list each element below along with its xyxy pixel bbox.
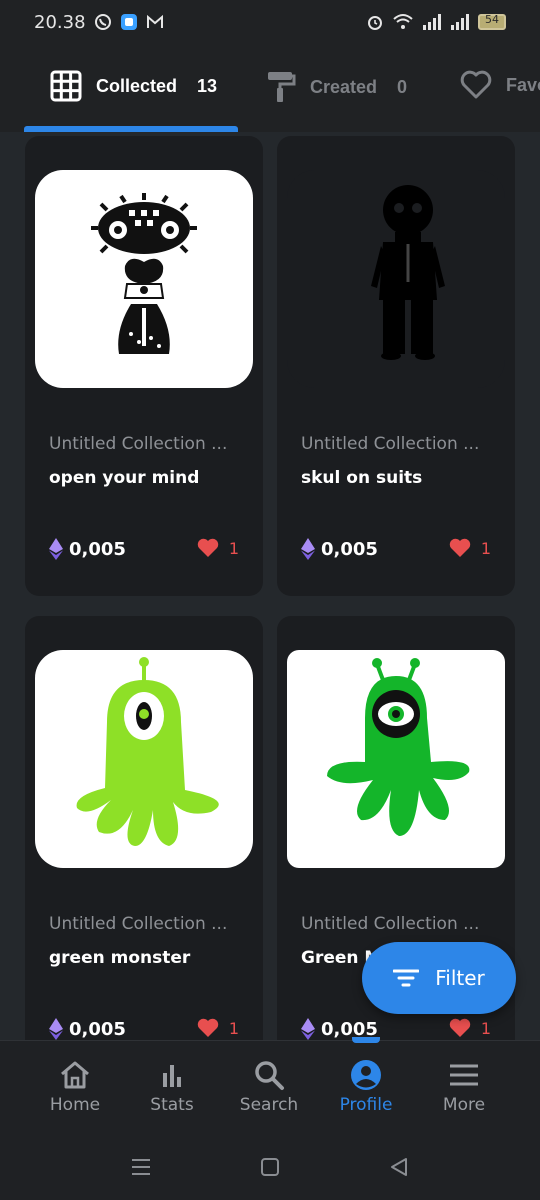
status-time: 20.38 (34, 12, 86, 33)
recent-apps-icon[interactable] (130, 1156, 152, 1178)
alarm-icon (368, 16, 382, 30)
nav-home-label: Home (49, 1095, 101, 1115)
tab-favorites-label: Favo (506, 74, 540, 95)
collection-name: Untitled Collection ... (49, 434, 228, 454)
nav-stats[interactable]: Stats (124, 1059, 220, 1115)
nft-grid: Untitled Collection ... open your mind 0… (0, 132, 540, 1040)
nav-search[interactable]: Search (221, 1059, 317, 1115)
tab-collected[interactable]: Collected 13 (50, 70, 217, 102)
like-count[interactable]: 1 (197, 1018, 239, 1038)
price-value: 0,005 (321, 538, 378, 560)
price-value: 0,005 (69, 1018, 126, 1040)
paint-roller-icon (268, 72, 296, 102)
nav-home[interactable]: Home (27, 1059, 123, 1115)
bottom-navigation: Home Stats Search Profile More (0, 1037, 540, 1137)
whatsapp-icon (95, 14, 111, 30)
nav-stats-label: Stats (150, 1095, 194, 1115)
heart-filled-icon (449, 538, 471, 557)
nav-profile[interactable]: Profile (318, 1059, 414, 1115)
collection-name: Untitled Collection ... (301, 434, 480, 454)
wifi-icon (393, 14, 413, 29)
like-count[interactable]: 1 (197, 538, 239, 558)
heart-filled-icon (449, 1018, 471, 1037)
nft-image (35, 170, 253, 388)
nft-title: skul on suits (301, 468, 423, 488)
likes-value: 1 (228, 1018, 239, 1038)
likes-value: 1 (228, 538, 239, 558)
nft-image (287, 650, 505, 868)
collection-name: Untitled Collection ... (301, 914, 480, 934)
gmail-icon (147, 14, 163, 28)
app-notification-icon (121, 14, 137, 30)
stats-icon (163, 1065, 181, 1087)
collection-name: Untitled Collection ... (49, 914, 228, 934)
price-value: 0,005 (69, 538, 126, 560)
filter-label: Filter (435, 966, 485, 990)
active-nav-indicator (352, 1037, 380, 1043)
heart-icon (460, 70, 492, 99)
tab-created[interactable]: Created 0 (266, 70, 407, 104)
nft-image (35, 650, 253, 868)
home-button-icon[interactable] (259, 1156, 281, 1178)
battery-icon: 54 (478, 13, 506, 30)
nft-card[interactable]: Untitled Collection ... skul on suits 0,… (277, 136, 515, 596)
nav-more-label: More (442, 1095, 486, 1115)
profile-icon (351, 1060, 381, 1090)
battery-level: 54 (485, 13, 499, 26)
filter-button[interactable]: Filter (362, 942, 516, 1014)
ethereum-icon (49, 1018, 63, 1040)
ethereum-icon (301, 538, 315, 560)
filter-icon (393, 969, 420, 987)
signal-icon-2 (451, 14, 469, 30)
nft-title: open your mind (49, 468, 200, 488)
ethereum-icon (301, 1018, 315, 1040)
tab-collected-label: Collected (96, 75, 178, 96)
nft-card[interactable]: Untitled Collection ... open your mind 0… (25, 136, 263, 596)
like-count[interactable]: 1 (449, 1018, 491, 1038)
likes-value: 1 (480, 538, 491, 558)
system-navigation-bar (0, 1136, 540, 1200)
nft-price: 0,005 (49, 1018, 126, 1040)
grid-icon (50, 70, 82, 102)
tab-favorites[interactable]: Favo (460, 70, 540, 100)
search-icon (255, 1061, 284, 1090)
like-count[interactable]: 1 (449, 538, 491, 558)
home-icon (61, 1061, 89, 1089)
tab-created-count: 0 (397, 76, 408, 97)
nft-title: green monster (49, 948, 191, 968)
likes-value: 1 (480, 1018, 491, 1038)
nav-search-label: Search (239, 1095, 299, 1115)
nav-more[interactable]: More (416, 1059, 512, 1115)
heart-filled-icon (197, 1018, 219, 1037)
signal-icon (423, 14, 441, 30)
nft-price: 0,005 (301, 538, 378, 560)
menu-icon (450, 1064, 478, 1086)
back-icon[interactable] (388, 1156, 410, 1178)
nav-profile-label: Profile (339, 1095, 393, 1115)
status-bar: 20.38 54 (0, 0, 540, 48)
nft-card[interactable]: Untitled Collection ... green monster 0,… (25, 616, 263, 1040)
ethereum-icon (49, 538, 63, 560)
profile-tabs: Collected 13 Created 0 Favo (0, 48, 540, 132)
tab-created-label: Created (310, 76, 378, 97)
heart-filled-icon (197, 538, 219, 557)
nft-image (287, 170, 505, 388)
tab-collected-count: 13 (197, 75, 218, 96)
nft-price: 0,005 (49, 538, 126, 560)
